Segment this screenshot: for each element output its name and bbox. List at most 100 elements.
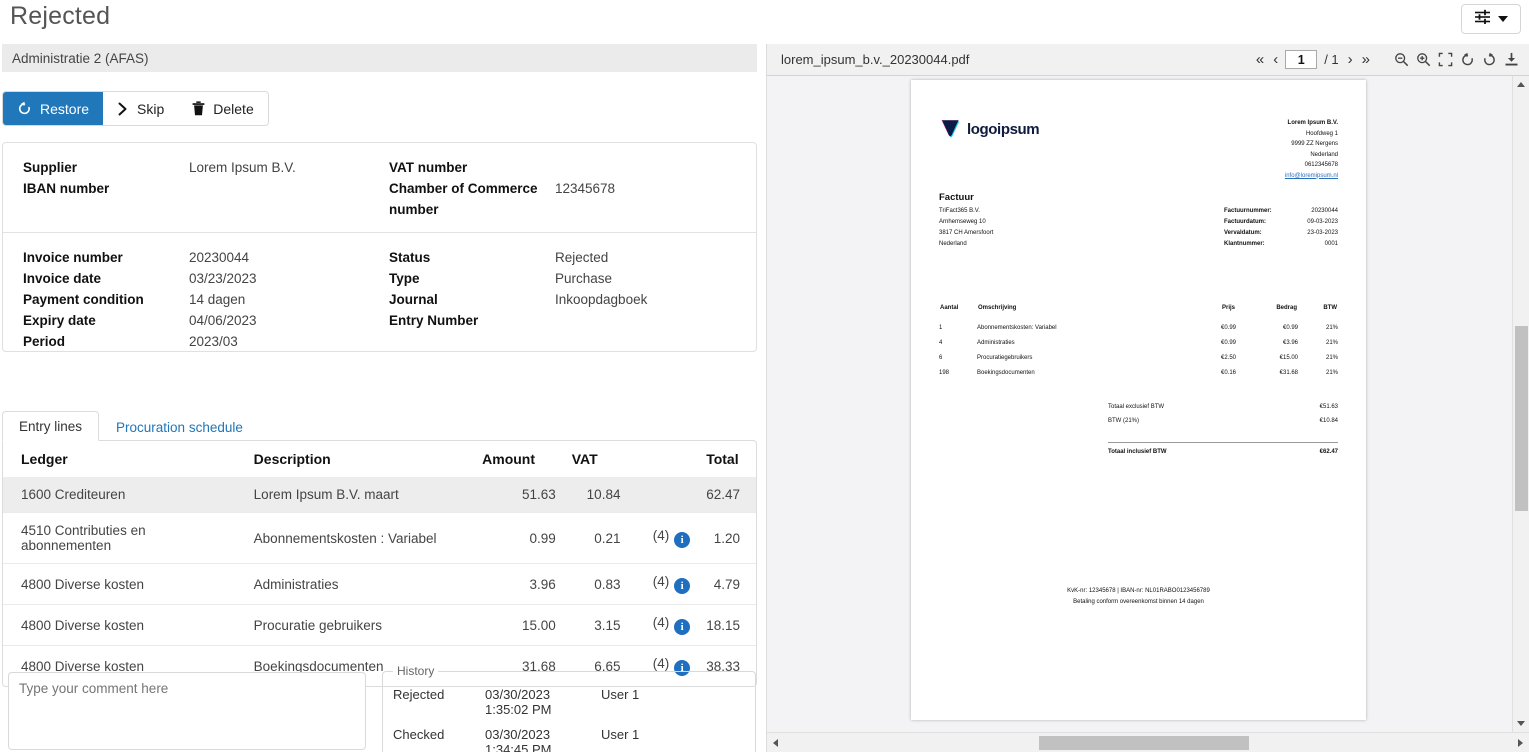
- tab-entry-lines[interactable]: Entry lines: [2, 411, 100, 441]
- expiry-date-label: Expiry date: [23, 313, 96, 328]
- download-icon[interactable]: [1504, 52, 1519, 67]
- supplier-section: Supplier Lorem Ipsum B.V. VAT number IBA…: [3, 143, 756, 220]
- item-aantal: 4: [939, 339, 943, 346]
- vertical-scroll-thumb[interactable]: [1515, 326, 1528, 511]
- grand-total-label: Totaal inclusief BTW: [1108, 449, 1167, 455]
- page-total-label: / 1: [1324, 52, 1339, 67]
- invoice-item-row: 1 Abonnementskosten: Variabel €0.99 €0.9…: [939, 320, 1338, 335]
- tab-procuration-schedule[interactable]: Procuration schedule: [99, 412, 260, 441]
- column-header-split: [628, 441, 698, 477]
- info-icon[interactable]: i: [674, 578, 691, 594]
- item-btw: 21%: [1325, 339, 1338, 346]
- comment-input[interactable]: [8, 672, 366, 750]
- scroll-right-arrow-icon[interactable]: [1512, 738, 1529, 747]
- zoom-out-icon[interactable]: [1394, 52, 1409, 67]
- vat-number-label: VAT number: [389, 160, 468, 175]
- cell-ledger: 1600 Crediteuren: [3, 477, 246, 513]
- info-icon[interactable]: i: [674, 532, 691, 548]
- item-aantal: 198: [939, 369, 950, 376]
- history-legend: History: [397, 664, 435, 678]
- view-options-button[interactable]: [1461, 4, 1521, 34]
- supplier-label: Supplier: [23, 160, 78, 175]
- pdf-canvas[interactable]: logoipsum Lorem Ipsum B.V. Hoofdweg 1 99…: [767, 76, 1512, 732]
- item-btw: 21%: [1325, 369, 1338, 376]
- split-count: (4): [652, 615, 670, 630]
- meta-row: Klantnummer: 0001: [1224, 239, 1338, 250]
- recipient-name: TriFact365 B.V.: [939, 208, 980, 214]
- history-action: Checked: [393, 727, 445, 742]
- info-icon[interactable]: i: [674, 619, 691, 635]
- detail-row: Supplier Lorem Ipsum B.V. VAT number: [3, 157, 756, 178]
- sliders-icon: [1474, 9, 1491, 29]
- meta-key: Vervaldatum:: [1224, 230, 1262, 236]
- invoice-item-row: 6 Procuratiegebruikers €2.50 €15.00 21%: [939, 350, 1338, 365]
- page-number-input[interactable]: [1285, 50, 1318, 69]
- sender-country: Nederland: [1310, 151, 1338, 158]
- fit-screen-icon[interactable]: [1438, 52, 1453, 67]
- item-omschrijving: Procuratiegebruikers: [977, 354, 1033, 361]
- horizontal-scroll-thumb[interactable]: [1039, 736, 1249, 750]
- delete-button[interactable]: Delete: [178, 92, 268, 125]
- left-pane: Administratie 2 (AFAS) Restore Skip Dele…: [0, 44, 759, 752]
- invoice-item-row: 198 Boekingsdocumenten €0.16 €31.68 21%: [939, 365, 1338, 380]
- journal-value: Inkoopdagboek: [555, 292, 648, 307]
- total-label: BTW (21%): [1108, 418, 1140, 424]
- pdf-page: logoipsum Lorem Ipsum B.V. Hoofdweg 1 99…: [911, 80, 1366, 720]
- restore-button[interactable]: Restore: [3, 92, 104, 125]
- next-page-button[interactable]: ›: [1346, 52, 1355, 67]
- meta-value: 20230044: [1311, 208, 1338, 214]
- grand-total-row: Totaal inclusief BTW €62.47: [1108, 443, 1338, 459]
- scroll-down-arrow-icon[interactable]: [1513, 715, 1529, 732]
- page-title: Rejected: [10, 2, 111, 30]
- status-label: Status: [389, 250, 431, 265]
- invoice-section: Invoice number 20230044 Status Rejected …: [3, 232, 756, 352]
- detail-row: Payment condition 14 dagen Journal Inkoo…: [3, 289, 756, 310]
- table-row[interactable]: 4510 Contributies en abonnementen Abonne…: [3, 512, 756, 564]
- detail-row: IBAN number Chamber of Commerce number 1…: [3, 178, 756, 220]
- skip-button[interactable]: Skip: [103, 92, 179, 125]
- total-row: BTW (21%) €10.84: [1108, 414, 1338, 428]
- sender-email-link[interactable]: info@loremipsum.nl: [1285, 173, 1338, 179]
- invoice-brand: logoipsum: [939, 118, 1040, 140]
- cell-ledger: 4510 Contributies en abonnementen: [3, 512, 246, 564]
- recipient-street: Arnhemseweg 10: [939, 219, 986, 225]
- cell-split: (4) i: [628, 563, 699, 605]
- detail-row: Period 2023/03: [3, 331, 756, 352]
- administration-label: Administratie 2 (AFAS): [12, 50, 149, 66]
- period-label: Period: [23, 334, 66, 349]
- split-count: (4): [652, 528, 670, 543]
- pdf-horizontal-scrollbar[interactable]: [767, 732, 1529, 752]
- last-page-button[interactable]: »: [1360, 52, 1372, 67]
- rotate-right-icon[interactable]: [1482, 52, 1497, 67]
- administration-bar: Administratie 2 (AFAS): [2, 44, 757, 72]
- table-row[interactable]: 4800 Diverse kosten Procuratie gebruiker…: [3, 604, 756, 646]
- skip-label: Skip: [137, 100, 165, 117]
- table-row[interactable]: 1600 Crediteuren Lorem Ipsum B.V. maart …: [3, 477, 756, 513]
- scroll-up-arrow-icon[interactable]: [1513, 76, 1529, 93]
- footer-registration: KvK-nr: 12345678 | IBAN-nr: NL01RABO0123…: [1067, 588, 1210, 594]
- column-header-ledger: Ledger: [21, 451, 68, 467]
- pdf-tool-buttons: [1372, 52, 1529, 67]
- zoom-in-icon[interactable]: [1416, 52, 1431, 67]
- table-row[interactable]: 4800 Diverse kosten Administraties 3.96 …: [3, 563, 756, 605]
- invoice-totals: Totaal exclusief BTW €51.63 BTW (21%) €1…: [1108, 400, 1338, 459]
- item-omschrijving: Boekingsdocumenten: [977, 369, 1035, 376]
- scroll-left-arrow-icon[interactable]: [767, 738, 784, 747]
- cell-description: Lorem Ipsum B.V. maart: [245, 477, 475, 513]
- chevron-right-icon: [117, 102, 129, 116]
- prev-page-button[interactable]: ‹: [1271, 52, 1280, 67]
- meta-key: Factuurdatum:: [1224, 219, 1266, 225]
- coc-number-value: 12345678: [555, 181, 616, 196]
- item-aantal: 6: [939, 354, 943, 361]
- cell-total: 1.20: [698, 512, 756, 564]
- coc-number-label: Chamber of Commerce number: [389, 181, 538, 217]
- pdf-vertical-scrollbar[interactable]: [1512, 76, 1529, 732]
- sender-city: 9999 ZZ Nergens: [1291, 141, 1338, 147]
- rotate-left-icon[interactable]: [1460, 52, 1475, 67]
- trash-icon: [192, 101, 205, 116]
- cell-split: [628, 477, 699, 513]
- item-bedrag: €15.00: [1279, 354, 1298, 361]
- first-page-button[interactable]: «: [1254, 52, 1266, 67]
- iban-number-label: IBAN number: [23, 181, 110, 196]
- supplier-value: Lorem Ipsum B.V.: [189, 160, 296, 175]
